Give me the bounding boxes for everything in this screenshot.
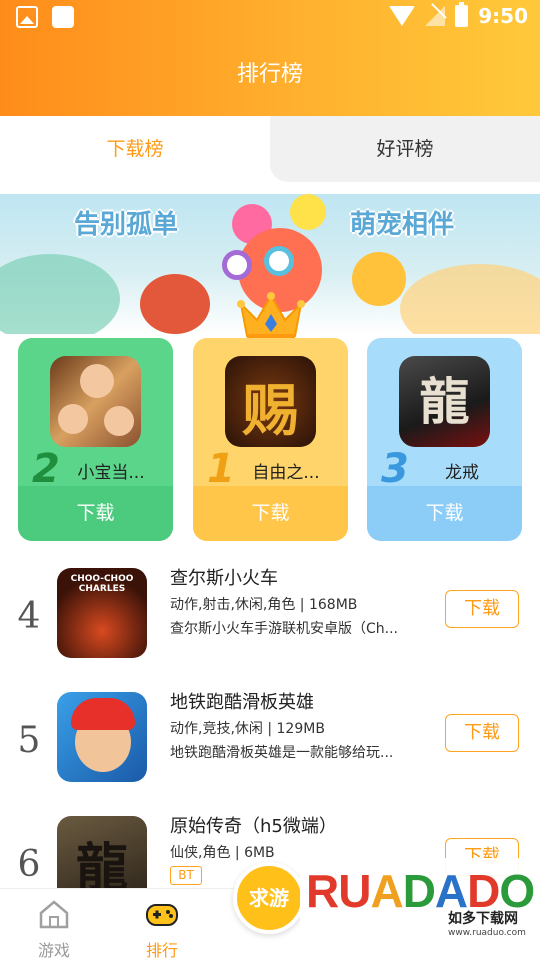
- status-time: 9:50: [478, 4, 528, 28]
- banner-decoration: [0, 254, 120, 334]
- status-bar: 9:50: [0, 0, 540, 36]
- request-game-button[interactable]: 求游: [233, 862, 305, 934]
- watermark-url: www.ruaduo.com: [448, 928, 526, 938]
- gallery-notification-icon: [16, 6, 38, 28]
- tab-downloads[interactable]: 下载榜: [0, 116, 270, 182]
- game-name: 自由之...: [252, 463, 320, 483]
- game-icon: 赐: [225, 356, 316, 447]
- game-tags: 动作,竞技,休闲 | 129MB: [170, 721, 325, 737]
- banner-decoration: [400, 264, 540, 334]
- download-button[interactable]: 下载: [18, 486, 173, 541]
- page-title: 排行榜: [236, 62, 303, 87]
- game-icon: [57, 692, 147, 782]
- download-button[interactable]: 下载: [445, 714, 519, 752]
- game-description: 地铁跑酷滑板英雄是一款能够给玩...: [170, 745, 394, 761]
- top-card-rank-2[interactable]: 2 小宝当... 下载: [18, 338, 173, 541]
- download-button[interactable]: 下载: [445, 590, 519, 628]
- game-icon: 龍: [399, 356, 490, 447]
- banner-right-text: 萌宠相伴: [350, 210, 455, 240]
- list-item[interactable]: 5 地铁跑酷滑板英雄 动作,竞技,休闲 | 129MB 地铁跑酷滑板英雄是一款能…: [0, 692, 540, 812]
- banner-left-text: 告别孤单: [74, 210, 179, 240]
- wifi-icon: [389, 6, 416, 26]
- watermark-sub: 如多下载网: [448, 911, 518, 927]
- bt-badge: BT: [170, 866, 202, 885]
- game-tags: 仙侠,角色 | 6MB: [170, 845, 275, 861]
- nav-rank[interactable]: 排行: [132, 899, 192, 960]
- rank-number: 4: [17, 596, 41, 637]
- download-button[interactable]: 下载: [367, 486, 522, 541]
- home-icon: [39, 900, 69, 929]
- nav-rank-label: 排行: [145, 941, 178, 960]
- ranking-tabs: 下载榜 好评榜: [0, 116, 540, 182]
- game-icon: [50, 356, 141, 447]
- game-name: 龙戒: [445, 463, 479, 483]
- list-item[interactable]: 4 CHOO-CHOO CHARLES 查尔斯小火车 动作,射击,休闲,角色 |…: [0, 568, 540, 688]
- sun-character: [352, 252, 406, 306]
- game-description: 查尔斯小火车手游联机安卓版（Ch...: [170, 621, 398, 637]
- rank-number: 5: [17, 720, 41, 761]
- gamepad-icon: [146, 904, 178, 926]
- app-header: 9:50 排行榜: [0, 0, 540, 116]
- monster-character: [140, 274, 210, 334]
- game-name: 查尔斯小火车: [170, 568, 278, 589]
- battery-icon: [455, 2, 469, 27]
- game-icon: CHOO-CHOO CHARLES: [57, 568, 147, 658]
- nav-game-label: 游戏: [37, 941, 70, 960]
- monster-eye: [264, 246, 294, 276]
- signal-icon: [425, 6, 446, 26]
- balloon-icon: [290, 194, 326, 230]
- monster-eye: [222, 250, 252, 280]
- top-card-rank-3[interactable]: 龍 3 龙戒 下载: [367, 338, 522, 541]
- top-card-rank-1[interactable]: 赐 1 自由之... 下载: [193, 338, 348, 541]
- game-name: 小宝当...: [77, 463, 145, 483]
- game-name: 原始传奇（h5微端）: [170, 816, 337, 837]
- rank-number: 6: [17, 844, 41, 885]
- game-name: 地铁跑酷滑板英雄: [170, 692, 314, 713]
- tab-ratings[interactable]: 好评榜: [270, 116, 540, 182]
- icon-caption: CHOO-CHOO CHARLES: [70, 574, 134, 594]
- download-button[interactable]: 下载: [193, 486, 348, 541]
- nav-game[interactable]: 游戏: [24, 899, 84, 960]
- watermark-logo: RUADADO 如多下载网 www.ruaduo.com: [300, 858, 540, 950]
- game-tags: 动作,射击,休闲,角色 | 168MB: [170, 597, 358, 613]
- app-notification-icon: [52, 6, 74, 28]
